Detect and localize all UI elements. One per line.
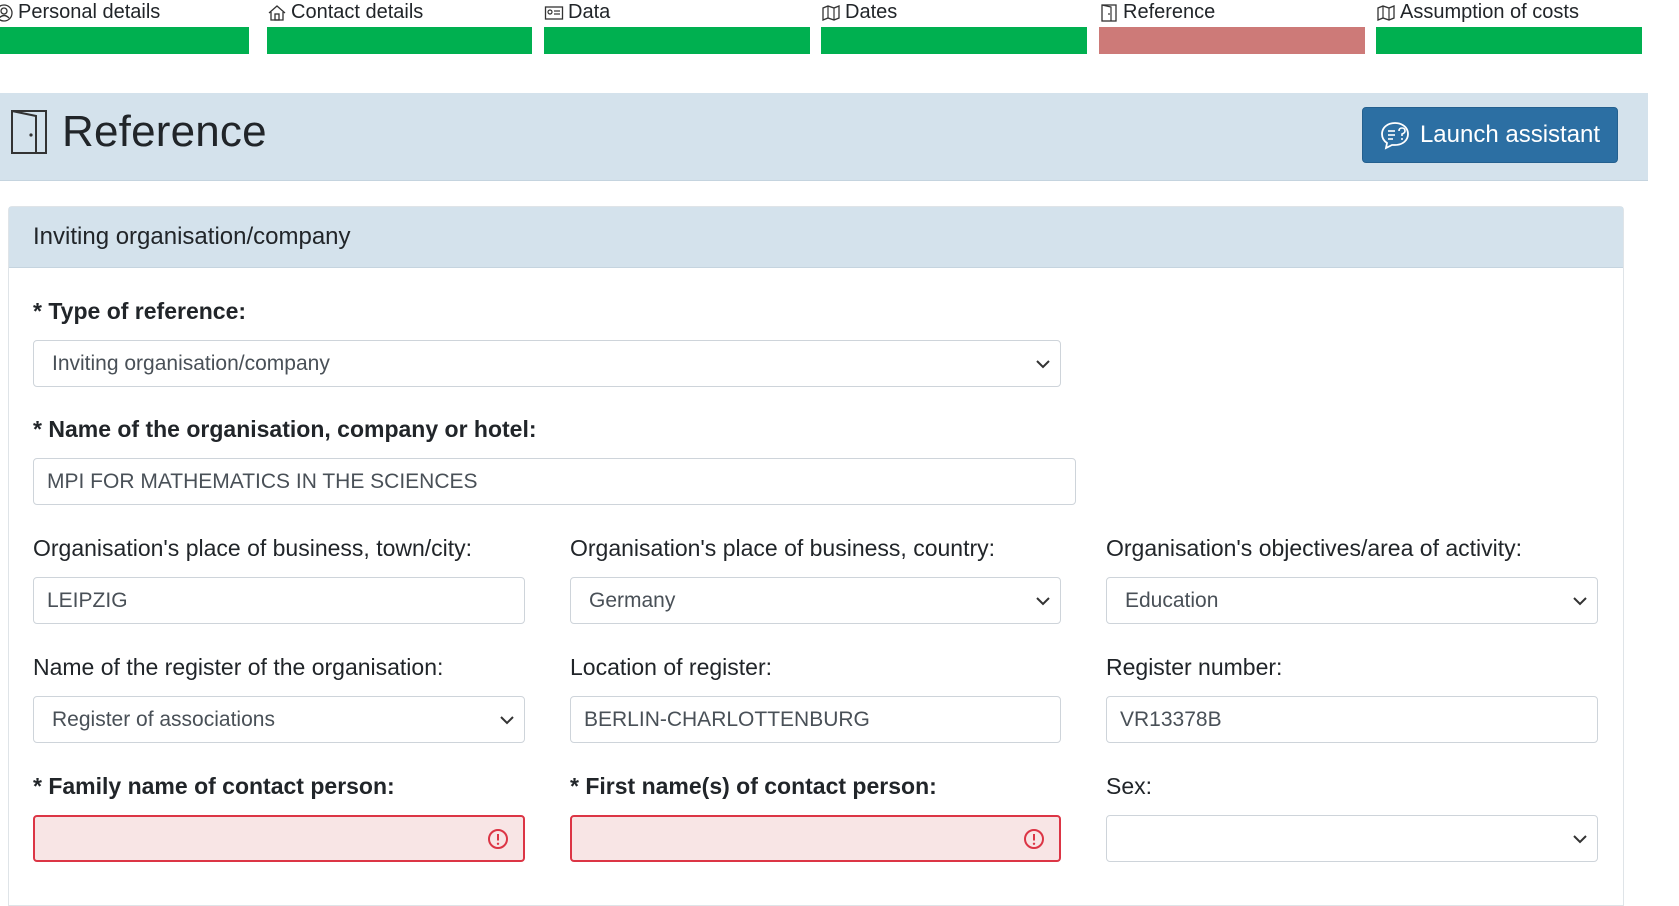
person-circle-icon xyxy=(0,3,13,22)
step-progress-bar xyxy=(267,27,532,54)
step-label: Dates xyxy=(845,1,898,23)
register-name-value: Register of associations xyxy=(52,707,275,731)
step-assumption-of-costs[interactable]: Assumption of costs xyxy=(1376,0,1642,54)
organisation-name-label: * Name of the organisation, company or h… xyxy=(33,416,537,442)
chevron-down-icon xyxy=(1573,835,1587,844)
step-progress-bar xyxy=(544,27,810,54)
organisation-city-input[interactable]: LEIPZIG xyxy=(33,577,525,624)
step-label: Assumption of costs xyxy=(1400,1,1579,23)
chevron-down-icon xyxy=(500,716,514,725)
step-data[interactable]: Data xyxy=(544,0,810,54)
type-of-reference-label: * Type of reference: xyxy=(33,298,247,324)
step-dates[interactable]: Dates xyxy=(821,0,1087,54)
page-scrollbar[interactable] xyxy=(1665,0,1679,883)
contact-family-name-input[interactable] xyxy=(33,815,525,862)
register-location-input[interactable]: BERLIN-CHARLOTTENBURG xyxy=(570,696,1061,743)
contact-family-name-label: * Family name of contact person: xyxy=(33,773,395,799)
chevron-down-icon xyxy=(1036,360,1050,369)
organisation-activity-label: Organisation's objectives/area of activi… xyxy=(1106,535,1523,561)
door-icon xyxy=(1101,3,1117,22)
chat-question-icon xyxy=(1381,122,1409,150)
step-personal-details[interactable]: Personal details xyxy=(0,0,254,54)
chevron-down-icon xyxy=(1036,597,1050,606)
register-name-select[interactable]: Register of associations xyxy=(33,696,525,743)
contact-first-name-input[interactable] xyxy=(570,815,1061,862)
register-number-value: VR13378B xyxy=(1120,707,1222,731)
organisation-city-value: LEIPZIG xyxy=(47,588,128,612)
contact-first-name-label: * First name(s) of contact person: xyxy=(570,773,937,799)
register-name-label: Name of the register of the organisation… xyxy=(33,654,444,680)
progress-steps: Personal details Contact details Data Da… xyxy=(0,0,1642,54)
sex-select[interactable] xyxy=(1106,815,1598,862)
organisation-country-label: Organisation's place of business, countr… xyxy=(570,535,996,561)
house-icon xyxy=(268,4,286,21)
chevron-down-icon xyxy=(1573,597,1587,606)
register-location-label: Location of register: xyxy=(570,654,773,680)
organisation-country-value: Germany xyxy=(589,588,676,612)
page-title: Reference xyxy=(62,107,267,156)
error-icon xyxy=(488,829,508,849)
step-label: Data xyxy=(568,1,611,23)
error-icon xyxy=(1024,829,1044,849)
id-card-icon xyxy=(544,5,564,20)
organisation-country-select[interactable]: Germany xyxy=(570,577,1061,624)
step-label: Personal details xyxy=(18,1,161,23)
register-location-value: BERLIN-CHARLOTTENBURG xyxy=(584,707,870,731)
step-label: Contact details xyxy=(291,1,424,23)
step-reference[interactable]: Reference xyxy=(1099,0,1365,54)
step-progress-bar xyxy=(0,27,249,54)
card-title: Inviting organisation/company xyxy=(33,223,351,250)
launch-assistant-button[interactable]: Launch assistant xyxy=(1362,107,1618,163)
sex-label: Sex: xyxy=(1106,773,1153,799)
type-of-reference-select[interactable]: Inviting organisation/company xyxy=(33,340,1061,387)
organisation-activity-select[interactable]: Education xyxy=(1106,577,1598,624)
page-header: Reference Launch assistant xyxy=(0,93,1648,181)
type-of-reference-value: Inviting organisation/company xyxy=(52,351,330,375)
step-progress-bar xyxy=(1099,27,1365,54)
step-progress-bar xyxy=(1376,27,1642,54)
organisation-name-value: MPI FOR MATHEMATICS IN THE SCIENCES xyxy=(47,469,478,493)
step-progress-bar xyxy=(821,27,1087,54)
map-icon xyxy=(1377,4,1395,21)
organisation-name-input[interactable]: MPI FOR MATHEMATICS IN THE SCIENCES xyxy=(33,458,1076,505)
launch-assistant-label: Launch assistant xyxy=(1419,121,1601,148)
map-icon xyxy=(822,4,840,21)
register-number-input[interactable]: VR13378B xyxy=(1106,696,1598,743)
step-label: Reference xyxy=(1123,1,1216,23)
organisation-city-label: Organisation's place of business, town/c… xyxy=(33,535,473,561)
card-header: Inviting organisation/company xyxy=(9,207,1623,268)
organisation-activity-value: Education xyxy=(1125,588,1219,612)
register-number-label: Register number: xyxy=(1106,654,1283,680)
page-title-group: Reference xyxy=(10,107,267,157)
step-contact-details[interactable]: Contact details xyxy=(267,0,532,54)
door-icon xyxy=(11,110,47,154)
